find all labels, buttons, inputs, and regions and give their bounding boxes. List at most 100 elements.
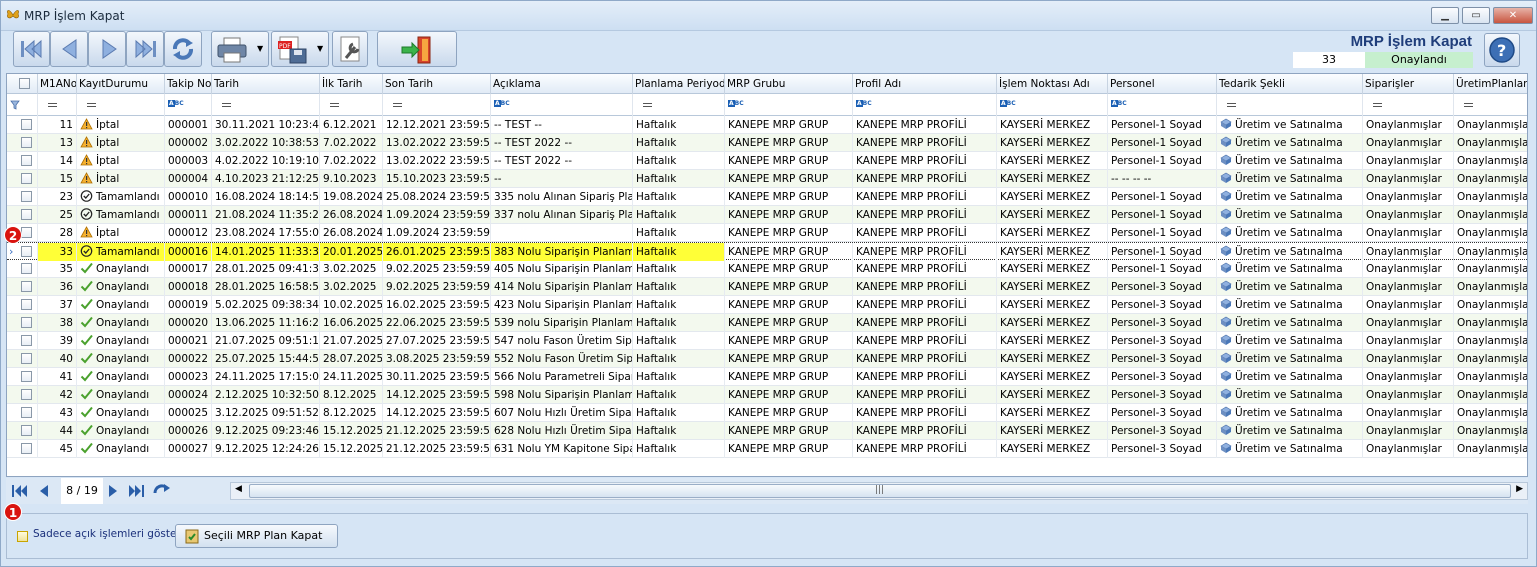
first-record-button[interactable] xyxy=(13,31,50,67)
column-header[interactable]: Siparişler xyxy=(1363,74,1454,94)
column-header[interactable]: Profil Adı xyxy=(853,74,997,94)
select-all-checkbox[interactable] xyxy=(19,78,30,89)
help-button[interactable]: ? xyxy=(1484,33,1520,67)
column-header[interactable]: Planlama Periyodu xyxy=(633,74,725,94)
last-page-icon[interactable] xyxy=(127,483,145,499)
scroll-thumb[interactable]: ||| xyxy=(249,484,1511,498)
column-header[interactable]: MRP Grubu xyxy=(725,74,853,94)
filter-cell[interactable] xyxy=(212,94,320,116)
export-pdf-button[interactable]: PDF ▼ xyxy=(271,31,329,67)
table-row[interactable]: 37 Onaylandı 000019 5.02.2025 09:38:34 10.02… xyxy=(7,296,1527,314)
row-checkbox[interactable] xyxy=(21,353,32,364)
row-checkbox[interactable] xyxy=(21,137,32,148)
filter-cell[interactable] xyxy=(633,94,725,116)
column-header[interactable]: Tarih xyxy=(212,74,320,94)
reload-icon[interactable] xyxy=(152,483,172,499)
row-checkbox[interactable] xyxy=(21,246,32,257)
row-checkbox[interactable] xyxy=(21,425,32,436)
filter-cell[interactable] xyxy=(1454,94,1527,116)
table-row[interactable]: 25 Tamamlandı 000011 21.08.2024 11:35:23 26.… xyxy=(7,206,1527,224)
filter-cell[interactable]: ABC xyxy=(165,94,212,116)
filter-cell[interactable]: ABC xyxy=(725,94,853,116)
row-checkbox[interactable] xyxy=(21,119,32,130)
row-checkbox[interactable] xyxy=(21,407,32,418)
refresh-button[interactable] xyxy=(164,31,202,67)
column-header[interactable]: Son Tarih xyxy=(383,74,491,94)
column-header[interactable]: Tedarik Şekli xyxy=(1217,74,1363,94)
row-checkbox[interactable] xyxy=(21,209,32,220)
close-button[interactable]: ✕ xyxy=(1493,7,1533,24)
exit-button[interactable] xyxy=(377,31,457,67)
next-page-icon[interactable] xyxy=(107,483,119,499)
column-header[interactable]: Açıklama xyxy=(491,74,633,94)
table-row[interactable]: 13 İptal 000002 3.02.2022 10:38:53 7.02.2022… xyxy=(7,134,1527,152)
last-record-button[interactable] xyxy=(126,31,164,67)
scroll-left-icon[interactable]: ◀ xyxy=(235,484,242,494)
wrench-icon xyxy=(340,36,360,62)
table-row[interactable]: 38 Onaylandı 000020 13.06.2025 11:16:23 16.0… xyxy=(7,314,1527,332)
table-row[interactable]: 28 İptal 000012 23.08.2024 17:55:09 26.08.20… xyxy=(7,224,1527,242)
row-checkbox[interactable] xyxy=(21,299,32,310)
table-row[interactable]: 15 İptal 000004 4.10.2023 21:12:25 9.10.2023… xyxy=(7,170,1527,188)
filter-cell[interactable] xyxy=(320,94,383,116)
filter-cell[interactable] xyxy=(38,94,77,116)
prev-record-button[interactable] xyxy=(50,31,88,67)
open-only-checkbox[interactable] xyxy=(17,531,28,542)
filter-cell[interactable] xyxy=(1363,94,1454,116)
row-checkbox[interactable] xyxy=(21,371,32,382)
print-button[interactable]: ▼ xyxy=(211,31,269,67)
row-siparis: Onaylanmışlar xyxy=(1363,224,1454,242)
first-page-icon[interactable] xyxy=(11,483,29,499)
row-personel: Personel-1 Soyad xyxy=(1108,224,1217,242)
column-header[interactable]: İlk Tarih xyxy=(320,74,383,94)
table-row[interactable]: 45 Onaylandı 000027 9.12.2025 12:24:26 15.12… xyxy=(7,440,1527,458)
prev-page-icon[interactable] xyxy=(38,483,50,499)
column-header[interactable]: ÜretimPlanları xyxy=(1454,74,1527,94)
check-icon xyxy=(80,280,96,293)
row-checkbox[interactable] xyxy=(21,227,32,238)
table-row[interactable]: 42 Onaylandı 000024 2.12.2025 10:32:50 8.12.… xyxy=(7,386,1527,404)
table-row[interactable]: 39 Onaylandı 000021 21.07.2025 09:51:16 21.0… xyxy=(7,332,1527,350)
horizontal-scrollbar[interactable]: ◀ ||| ▶ xyxy=(230,482,1528,500)
row-checkbox[interactable] xyxy=(21,281,32,292)
column-header[interactable]: KayıtDurumu xyxy=(77,74,165,94)
table-row[interactable]: 43 Onaylandı 000025 3.12.2025 09:51:52 8.12.… xyxy=(7,404,1527,422)
table-row[interactable]: 44 Onaylandı 000026 9.12.2025 09:23:46 15.12… xyxy=(7,422,1527,440)
row-checkbox[interactable] xyxy=(21,389,32,400)
tools-button[interactable] xyxy=(332,31,368,67)
table-row[interactable]: 11 İptal 000001 30.11.2021 10:23:40 6.12.202… xyxy=(7,116,1527,134)
filter-cell[interactable] xyxy=(77,94,165,116)
row-checkbox[interactable] xyxy=(21,317,32,328)
minimize-button[interactable]: ▁ xyxy=(1431,7,1459,24)
filter-cell[interactable]: ABC xyxy=(491,94,633,116)
scroll-right-icon[interactable]: ▶ xyxy=(1516,484,1523,494)
filter-cell[interactable] xyxy=(1217,94,1363,116)
filter-cell[interactable] xyxy=(383,94,491,116)
row-checkbox[interactable] xyxy=(21,173,32,184)
table-row[interactable]: 23 Tamamlandı 000010 16.08.2024 18:14:51 19.… xyxy=(7,188,1527,206)
row-checkbox[interactable] xyxy=(21,155,32,166)
row-checkbox[interactable] xyxy=(21,335,32,346)
table-row[interactable]: 40 Onaylandı 000022 25.07.2025 15:44:55 28.0… xyxy=(7,350,1527,368)
column-header[interactable]: M1ANo xyxy=(38,74,77,94)
table-row[interactable]: 41 Onaylandı 000023 24.11.2025 17:15:02 24.1… xyxy=(7,368,1527,386)
next-record-button[interactable] xyxy=(88,31,126,67)
filter-cell[interactable]: ABC xyxy=(1108,94,1217,116)
select-all-header[interactable] xyxy=(7,74,38,94)
table-row[interactable]: 35 Onaylandı 000017 28.01.2025 09:41:35 3.02… xyxy=(7,260,1527,278)
filter-cell[interactable]: ABC xyxy=(853,94,997,116)
column-header[interactable]: Takip No xyxy=(165,74,212,94)
table-row-selected[interactable]: › 33 Tamamlandı 000016 14.01.2025 11:33:39 20… xyxy=(7,242,1527,261)
table-row[interactable]: 36 Onaylandı 000018 28.01.2025 16:58:57 3.02… xyxy=(7,278,1527,296)
next-icon xyxy=(102,39,117,59)
maximize-button[interactable]: ▭ xyxy=(1462,7,1490,24)
filter-icon[interactable] xyxy=(7,94,38,116)
column-header[interactable]: Personel xyxy=(1108,74,1217,94)
table-row[interactable]: 14 İptal 000003 4.02.2022 10:19:10 7.02.2022… xyxy=(7,152,1527,170)
column-header[interactable]: İşlem Noktası Adı xyxy=(997,74,1108,94)
row-checkbox[interactable] xyxy=(21,191,32,202)
row-checkbox[interactable] xyxy=(21,443,32,454)
close-mrp-plan-button[interactable]: Seçili MRP Plan Kapat xyxy=(175,524,338,548)
row-checkbox[interactable] xyxy=(21,263,32,274)
filter-cell[interactable]: ABC xyxy=(997,94,1108,116)
